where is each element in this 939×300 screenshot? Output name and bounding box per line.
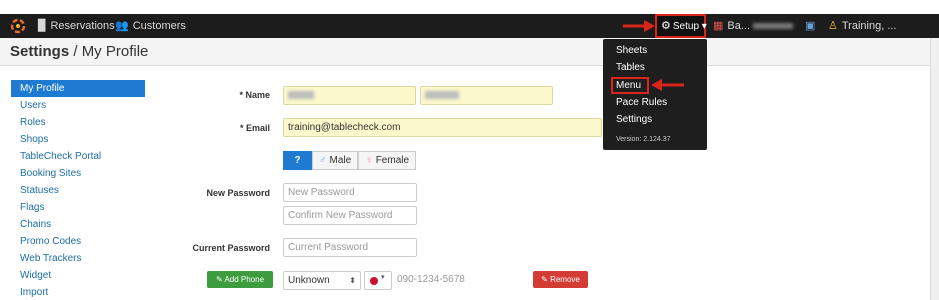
top-navbar: ▉ Reservations 👥 Customers ⚙ Setup ▾ ▦ Ba...… bbox=[0, 14, 939, 38]
male-icon: ♂ bbox=[319, 155, 327, 166]
japan-flag-icon bbox=[370, 277, 378, 285]
calendar-icon: ▦ bbox=[713, 20, 724, 32]
sidebar-item-my-profile[interactable]: My Profile bbox=[11, 80, 145, 97]
remove-phone-button[interactable]: ✎ Remove bbox=[533, 271, 588, 288]
nav-shop-switcher[interactable]: ▣ bbox=[805, 14, 819, 38]
book-icon: ▉ bbox=[38, 20, 47, 32]
phone-type-select[interactable]: Unknown ⬍ bbox=[283, 271, 361, 290]
version-text: Version: 2.124.37 bbox=[616, 136, 671, 143]
setup-menu-button[interactable]: ⚙ Setup ▾ bbox=[655, 14, 707, 38]
email-label: * Email bbox=[239, 123, 270, 133]
new-password-label: New Password bbox=[206, 188, 270, 198]
nav-reservations[interactable]: ▉ Reservations bbox=[38, 14, 115, 38]
last-name-field[interactable] bbox=[420, 86, 553, 105]
gender-male-button[interactable]: ♂ Male bbox=[312, 151, 359, 170]
add-phone-button[interactable]: ✎ Add Phone bbox=[207, 271, 273, 288]
sidebar-item-users[interactable]: Users bbox=[11, 97, 145, 114]
email-field[interactable]: training@tablecheck.com bbox=[283, 118, 602, 137]
remove-icon: ✎ bbox=[541, 275, 548, 284]
sidebar-item-shops[interactable]: Shops bbox=[11, 131, 145, 148]
chevron-down-icon: ▾ bbox=[381, 274, 385, 281]
sidebar-item-chains[interactable]: Chains bbox=[11, 216, 145, 233]
nav-user-menu[interactable]: ♙ Training, ... bbox=[828, 14, 897, 38]
current-password-field[interactable]: Current Password bbox=[283, 238, 417, 257]
new-password-field[interactable]: New Password bbox=[283, 183, 417, 202]
menu-item-settings[interactable]: Settings bbox=[616, 114, 652, 125]
phone-number-field[interactable]: 090-1234-5678 bbox=[393, 271, 529, 290]
settings-sidebar: My Profile Users Roles Shops TableCheck … bbox=[11, 80, 145, 300]
annotation-arrow-menu bbox=[651, 79, 684, 91]
menu-item-sheets[interactable]: Sheets bbox=[616, 45, 647, 56]
sidebar-item-booking-sites[interactable]: Booking Sites bbox=[11, 165, 145, 182]
gender-unknown-button[interactable]: ? bbox=[283, 151, 312, 170]
switch-icon: ▣ bbox=[805, 20, 816, 32]
current-password-label: Current Password bbox=[192, 243, 270, 253]
nav-customers[interactable]: 👥 Customers bbox=[115, 14, 186, 38]
sidebar-item-promo-codes[interactable]: Promo Codes bbox=[11, 233, 145, 250]
user-icon: ♙ bbox=[828, 20, 838, 32]
setup-dropdown-menu: Sheets Tables Menu Pace Rules Settings V… bbox=[603, 39, 707, 150]
tablecheck-logo-icon[interactable] bbox=[10, 18, 26, 34]
gender-female-button[interactable]: ♀ Female bbox=[358, 151, 417, 170]
gender-toggle: ? ♂ Male ♀ Female bbox=[283, 151, 417, 170]
menu-item-tables[interactable]: Tables bbox=[616, 62, 645, 73]
scrollbar[interactable] bbox=[930, 38, 939, 300]
gear-icon: ⚙ bbox=[661, 20, 671, 32]
sidebar-item-statuses[interactable]: Statuses bbox=[11, 182, 145, 199]
sidebar-item-roles[interactable]: Roles bbox=[11, 114, 145, 131]
sidebar-item-tablecheck-portal[interactable]: TableCheck Portal bbox=[11, 148, 145, 165]
menu-item-pace-rules[interactable]: Pace Rules bbox=[616, 97, 667, 108]
menu-highlight-box bbox=[611, 77, 649, 94]
sidebar-item-flags[interactable]: Flags bbox=[11, 199, 145, 216]
annotation-arrow-setup bbox=[623, 20, 655, 32]
nav-shop[interactable]: ▦ Ba... bbox=[713, 14, 794, 38]
sidebar-item-web-trackers[interactable]: Web Trackers bbox=[11, 250, 145, 267]
first-name-field[interactable] bbox=[283, 86, 416, 105]
users-icon: 👥 bbox=[115, 20, 129, 32]
sidebar-item-import[interactable]: Import bbox=[11, 284, 145, 300]
plus-icon: ✎ bbox=[215, 275, 223, 284]
page-header: Settings / My Profile bbox=[0, 38, 930, 66]
select-arrows-icon: ⬍ bbox=[349, 276, 356, 285]
female-icon: ♀ bbox=[365, 155, 373, 166]
sidebar-item-widget[interactable]: Widget bbox=[11, 267, 145, 284]
country-code-select[interactable]: ▾ bbox=[364, 271, 392, 290]
page-title: Settings / My Profile bbox=[10, 43, 149, 60]
name-label: * Name bbox=[239, 90, 270, 100]
confirm-password-field[interactable]: Confirm New Password bbox=[283, 206, 417, 225]
